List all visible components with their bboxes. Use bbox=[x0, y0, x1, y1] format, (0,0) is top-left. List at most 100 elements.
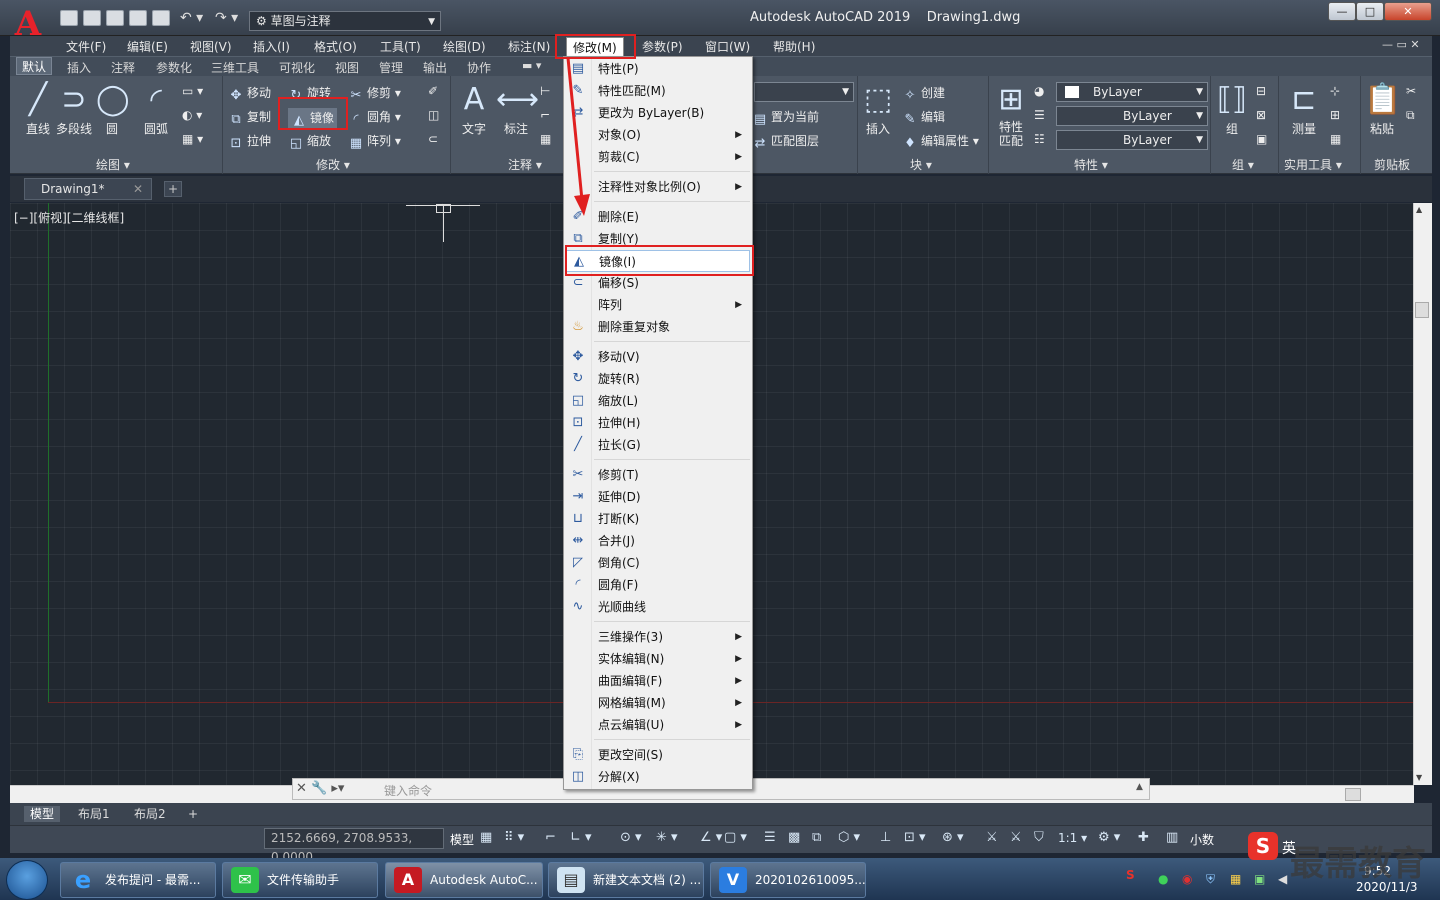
tab-annotate[interactable]: 注释 bbox=[111, 59, 135, 76]
auto-scale-icon[interactable]: ⚔ bbox=[1010, 830, 1022, 845]
scale-button[interactable]: ◱ 缩放 bbox=[288, 132, 331, 151]
menu-item-fillet[interactable]: ◜ 圆角(F) bbox=[566, 574, 750, 596]
menu-parametric[interactable]: 参数(P) bbox=[642, 38, 683, 55]
tab-output[interactable]: 输出 bbox=[423, 59, 447, 76]
menu-item-rotate[interactable]: ↻ 旋转(R) bbox=[566, 368, 750, 390]
dimension-tool[interactable]: ⟷ 标注 bbox=[496, 80, 539, 137]
ime-logo[interactable]: S bbox=[1248, 832, 1278, 860]
menu-item-solid-editing[interactable]: 实体编辑(N) ▶ bbox=[566, 648, 750, 670]
tab-insert[interactable]: 插入 bbox=[67, 59, 91, 76]
tab-view[interactable]: 视图 bbox=[335, 59, 359, 76]
menu-item-mesh-editing[interactable]: 网格编辑(M) ▶ bbox=[566, 692, 750, 714]
measure-tool[interactable]: ⊏ 测量 bbox=[1284, 80, 1324, 137]
taskbar-item-browser[interactable]: e 发布提问 - 最需... bbox=[60, 862, 216, 898]
polar-icon[interactable]: ⊙ ▾ bbox=[620, 830, 642, 845]
lineweight-select[interactable]: ByLayer ▼ bbox=[1056, 130, 1208, 150]
tab-layout1[interactable]: 布局1 bbox=[72, 806, 116, 822]
paste-tool[interactable]: 📋 粘贴 bbox=[1364, 80, 1401, 137]
trim-button[interactable]: ✂ 修剪 ▾ bbox=[348, 84, 401, 103]
doc-tab-drawing1[interactable]: Drawing1* ✕ bbox=[24, 178, 152, 200]
panel-modify[interactable]: 修改 ▾ bbox=[316, 156, 350, 173]
horizontal-scroll-thumb[interactable] bbox=[1345, 788, 1361, 801]
explode-icon[interactable]: ◫ bbox=[428, 108, 439, 122]
new-file-icon[interactable] bbox=[60, 10, 78, 26]
menu-item-chamfer[interactable]: ◸ 倒角(C) bbox=[566, 552, 750, 574]
tab-model[interactable]: 模型 bbox=[24, 806, 61, 822]
annotation-visibility-icon[interactable]: ⚔ bbox=[986, 830, 998, 845]
doc-window-controls[interactable]: — ▭ ✕ bbox=[1382, 38, 1420, 51]
menu-dimension[interactable]: 标注(N) bbox=[508, 38, 550, 55]
speaker-icon[interactable]: ◀ bbox=[1278, 872, 1287, 886]
sogou-tray-icon[interactable]: S bbox=[1126, 868, 1135, 882]
plot-icon[interactable] bbox=[152, 10, 170, 26]
3d-osnap-icon[interactable]: ⬡ ▾ bbox=[838, 830, 860, 845]
units-icon[interactable]: ▥ bbox=[1166, 830, 1178, 845]
rectangle-icon[interactable]: ▭ ▾ bbox=[182, 84, 203, 98]
erase-icon[interactable]: ✐ bbox=[428, 84, 438, 98]
annotation-scale-icon[interactable]: ⛉ bbox=[1034, 830, 1044, 845]
match-layer-button[interactable]: ⇄ 匹配图层 bbox=[752, 132, 819, 151]
add-layout-button[interactable]: + bbox=[182, 806, 204, 822]
maximize-button[interactable]: □ bbox=[1356, 2, 1384, 21]
group-tool[interactable]: ⟦⟧ 组 bbox=[1214, 80, 1250, 137]
panel-properties[interactable]: 特性 ▾ bbox=[1074, 156, 1108, 173]
ungroup-icon[interactable]: ⊟ bbox=[1256, 84, 1266, 98]
open-file-icon[interactable] bbox=[83, 10, 101, 26]
panel-group[interactable]: 组 ▾ bbox=[1232, 156, 1254, 173]
taskbar-item-video[interactable]: V 2020102610095... bbox=[710, 862, 866, 898]
wrench-icon[interactable]: 🔧 bbox=[311, 781, 327, 796]
workspace-select[interactable]: ⚙ 草图与注释 ▼ bbox=[249, 11, 441, 31]
menu-item-stretch[interactable]: ⊡ 拉伸(H) bbox=[566, 412, 750, 434]
move-button[interactable]: ✥ 移动 bbox=[228, 84, 271, 103]
taskbar-item-notepad[interactable]: ▤ 新建文本文档 (2) ... bbox=[548, 862, 704, 898]
command-history-icon[interactable]: ▲ bbox=[1136, 782, 1143, 792]
viewport-controls[interactable]: [−][俯视][二维线框] bbox=[14, 209, 124, 226]
units-value[interactable]: 小数 bbox=[1190, 831, 1214, 848]
menu-item-scale[interactable]: ◱ 缩放(L) bbox=[566, 390, 750, 412]
wechat-tray-icon[interactable]: ● bbox=[1158, 872, 1168, 886]
lineweight-icon[interactable]: ☷ bbox=[1034, 132, 1045, 146]
color-select[interactable]: ByLayer ▼ bbox=[1056, 82, 1208, 102]
copy-clip-icon[interactable]: ⧉ bbox=[1406, 108, 1415, 123]
group-edit-icon[interactable]: ⊠ bbox=[1256, 108, 1266, 122]
circle-tool[interactable]: ◯ 圆 bbox=[96, 80, 130, 137]
quick-select-icon[interactable]: ⊹ bbox=[1330, 84, 1340, 98]
menu-item-explode[interactable]: ◫ 分解(X) bbox=[566, 766, 750, 788]
tab-layout2[interactable]: 布局2 bbox=[128, 806, 172, 822]
polyline-tool[interactable]: ⊃ 多段线 bbox=[54, 80, 94, 137]
menu-item-delete-duplicates[interactable]: ♨ 删除重复对象 bbox=[566, 316, 750, 338]
lineweight-toggle-icon[interactable]: ☰ bbox=[764, 830, 776, 845]
menu-view[interactable]: 视图(V) bbox=[190, 38, 232, 55]
fillet-button[interactable]: ◜ 圆角 ▾ bbox=[348, 108, 400, 127]
leader2-icon[interactable]: ⌐ bbox=[540, 108, 550, 122]
menu-item-move[interactable]: ✥ 移动(V) bbox=[566, 346, 750, 368]
redo-icon[interactable]: ↷ ▾ bbox=[215, 10, 238, 26]
tab-default[interactable]: 默认 bbox=[16, 57, 53, 75]
edit-attr-button[interactable]: ♦ 编辑属性 ▾ bbox=[902, 132, 979, 151]
menu-help[interactable]: 帮助(H) bbox=[773, 38, 815, 55]
selection-cycling-icon[interactable]: ⧉ bbox=[812, 830, 821, 845]
selection-filter-icon[interactable]: ⊡ ▾ bbox=[904, 830, 926, 845]
menu-item-point-cloud-editing[interactable]: 点云编辑(U) ▶ bbox=[566, 714, 750, 736]
edit-block-button[interactable]: ✎ 编辑 bbox=[902, 108, 945, 127]
menu-insert[interactable]: 插入(I) bbox=[253, 38, 290, 55]
insert-block-tool[interactable]: ⬚ 插入 bbox=[860, 80, 896, 137]
create-block-button[interactable]: ✧ 创建 bbox=[902, 84, 945, 103]
menu-item-trim[interactable]: ✂ 修剪(T) bbox=[566, 464, 750, 486]
antivirus-icon[interactable]: ◉ bbox=[1182, 872, 1192, 886]
menu-item-blend-curves[interactable]: ∿ 光顺曲线 bbox=[566, 596, 750, 618]
grid-icon[interactable]: ▦ bbox=[480, 830, 492, 845]
set-current-button[interactable]: ▤ 置为当前 bbox=[752, 108, 819, 127]
menu-item-3d-operations[interactable]: 三维操作(3) ▶ bbox=[566, 626, 750, 648]
dynamic-ucs-icon[interactable]: ⊥ bbox=[880, 830, 891, 845]
minimize-button[interactable]: — bbox=[1328, 2, 1356, 21]
annotation-monitor-icon[interactable]: ✚ bbox=[1138, 830, 1149, 845]
menu-file[interactable]: 文件(F) bbox=[66, 38, 106, 55]
text-tool[interactable]: A 文字 bbox=[454, 80, 494, 137]
save-icon[interactable] bbox=[106, 10, 124, 26]
taskbar-item-autocad[interactable]: A Autodesk AutoC... bbox=[385, 862, 543, 898]
menu-format[interactable]: 格式(O) bbox=[314, 38, 357, 55]
save-as-icon[interactable] bbox=[129, 10, 147, 26]
taskbar-item-wechat[interactable]: ✉ 文件传输助手 bbox=[222, 862, 378, 898]
stretch-button[interactable]: ⊡ 拉伸 bbox=[228, 132, 271, 151]
